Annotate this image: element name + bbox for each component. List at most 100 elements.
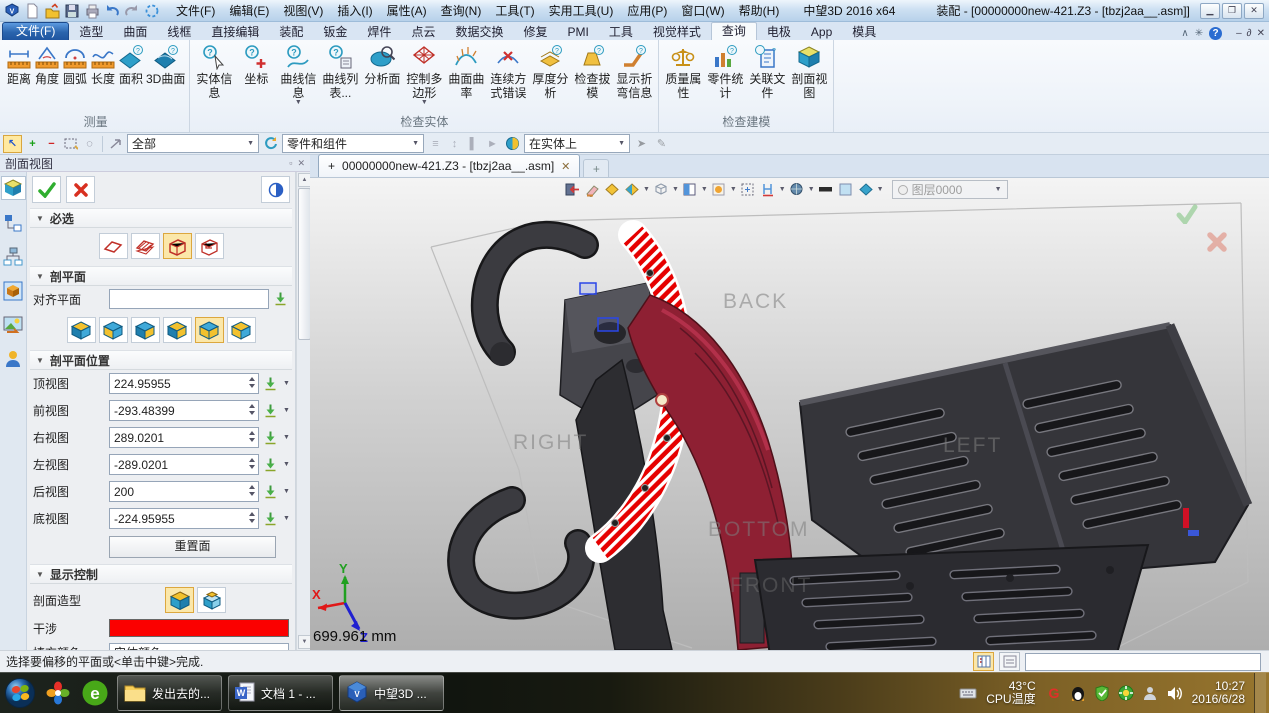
close-button[interactable]: ✕: [1244, 3, 1264, 19]
pinwheel-app-icon[interactable]: [43, 678, 73, 708]
list-toggle-button[interactable]: [999, 652, 1020, 671]
clock[interactable]: 10:27 2016/6/28: [1192, 680, 1245, 706]
apply-arrow-icon[interactable]: [263, 430, 279, 446]
redo-icon[interactable]: [123, 2, 140, 19]
options-caret-icon[interactable]: ▼: [283, 461, 290, 468]
snap-mode-combo[interactable]: 在实体上▼: [524, 134, 630, 153]
options-caret-icon[interactable]: ▼: [283, 434, 290, 441]
filter-option-icon-3[interactable]: ►: [484, 136, 501, 152]
menu-item-3[interactable]: 插入(I): [330, 1, 379, 20]
analyze-face-button[interactable]: 分析面: [361, 41, 403, 88]
background-icon[interactable]: [817, 182, 835, 198]
pick-arrow-icon[interactable]: ➤: [633, 136, 650, 152]
menu-item-2[interactable]: 视图(V): [276, 1, 330, 20]
length-button[interactable]: 长度: [89, 41, 117, 88]
pick-last-icon[interactable]: [107, 136, 124, 152]
options-caret-icon[interactable]: ▼: [283, 515, 290, 522]
minimize-button[interactable]: ▁: [1200, 3, 1220, 19]
area-button[interactable]: ?面积: [117, 41, 145, 88]
pick-settings-icon[interactable]: ✎: [653, 136, 670, 152]
ribbon-tab-11[interactable]: 工具: [599, 24, 643, 40]
back-view-offset-input[interactable]: 200: [109, 481, 259, 502]
pick-cursor-icon[interactable]: ↖: [3, 135, 22, 153]
cut-assembly-button[interactable]: [197, 587, 226, 613]
menu-item-10[interactable]: 帮助(H): [732, 1, 787, 20]
remove-filter-icon[interactable]: −: [43, 136, 60, 152]
save-icon[interactable]: [63, 2, 80, 19]
section-plane-icon[interactable]: [759, 182, 777, 198]
grid-toggle-button[interactable]: [973, 652, 994, 671]
ribbon-tab-0[interactable]: 造型: [69, 24, 113, 40]
wireframe-icon[interactable]: [652, 182, 670, 198]
ribbon-tab-5[interactable]: 钣金: [313, 24, 357, 40]
apply-arrow-icon[interactable]: [263, 457, 279, 473]
required-section-header[interactable]: ▼必选: [30, 208, 292, 228]
ribbon-tab-8[interactable]: 数据交换: [445, 24, 513, 40]
panel-float-icon[interactable]: ▫: [289, 158, 292, 169]
associated-files-button[interactable]: ?关联文件: [746, 41, 788, 102]
menu-item-5[interactable]: 查询(N): [434, 1, 489, 20]
ribbon-tab-1[interactable]: 曲面: [113, 24, 157, 40]
fill-color-combo[interactable]: 实体颜色▼: [109, 643, 289, 650]
options-caret-icon[interactable]: ▼: [283, 407, 290, 414]
volume-icon[interactable]: [1165, 685, 1183, 702]
ribbon-tab-6[interactable]: 焊件: [357, 24, 401, 40]
dropdown-caret-icon[interactable]: ▼: [779, 186, 786, 193]
close-tab-icon[interactable]: ✕: [561, 160, 570, 173]
ribbon-tab-9[interactable]: 修复: [513, 24, 557, 40]
ribbon-tab-2[interactable]: 线框: [157, 24, 201, 40]
g-assistant-icon[interactable]: G: [1045, 685, 1063, 702]
options-caret-icon[interactable]: ▼: [283, 380, 290, 387]
3d-surface-button[interactable]: ?3D曲面: [145, 41, 186, 88]
app-logo-icon[interactable]: V: [3, 2, 20, 19]
apply-arrow-icon[interactable]: [273, 291, 289, 307]
style-icon[interactable]: ✳: [1195, 28, 1203, 39]
safe-circle-icon[interactable]: [1117, 685, 1135, 702]
bend-info-button[interactable]: ?显示折弯信息: [613, 41, 655, 102]
filter-option-icon-0[interactable]: ≡: [427, 136, 444, 152]
distance-button[interactable]: 距离: [5, 41, 33, 88]
refresh-icon[interactable]: [262, 136, 279, 152]
help-icon[interactable]: ?: [1209, 27, 1222, 40]
plane-direction-4-button[interactable]: [163, 317, 192, 343]
start-button[interactable]: [3, 677, 36, 710]
right-view-offset-input[interactable]: 289.0201: [109, 427, 259, 448]
collapse-ribbon-icon[interactable]: ∧: [1181, 28, 1188, 39]
render-mode-icon[interactable]: [788, 182, 806, 198]
dropdown-caret-icon[interactable]: ▼: [672, 186, 679, 193]
section-view-button[interactable]: 剖面视图: [788, 41, 830, 102]
assembly-tree-icon[interactable]: [2, 246, 25, 268]
dropdown-caret-icon[interactable]: ▼: [643, 186, 650, 193]
apply-arrow-icon[interactable]: [263, 376, 279, 392]
mass-properties-button[interactable]: 质量属性: [662, 41, 704, 102]
apply-arrow-icon[interactable]: [263, 484, 279, 500]
half-section-icon[interactable]: [681, 182, 699, 198]
left-view-offset-input[interactable]: -289.0201: [109, 454, 259, 475]
control-polygon-button[interactable]: 控制多边形▼: [403, 41, 445, 108]
ribbon-tab-16[interactable]: 模具: [842, 24, 886, 40]
dropdown-caret-icon[interactable]: ▼: [730, 186, 737, 193]
interference-color-swatch[interactable]: [109, 619, 289, 637]
add-filter-icon[interactable]: +: [24, 136, 41, 152]
filter-option-icon-1[interactable]: ↕: [446, 136, 463, 152]
exit-icon[interactable]: [563, 182, 581, 198]
ribbon-tab-12[interactable]: 视觉样式: [643, 24, 711, 40]
new-tab-button[interactable]: +: [583, 159, 609, 177]
ghost-cancel-icon[interactable]: [1206, 232, 1228, 252]
lasso-icon[interactable]: ◌: [81, 136, 98, 152]
status-input[interactable]: [1025, 653, 1261, 671]
canvas-color-icon[interactable]: [837, 182, 855, 198]
info-button[interactable]: [261, 176, 290, 203]
plane-direction-6-button[interactable]: [227, 317, 256, 343]
panel-close-icon[interactable]: ✕: [297, 158, 305, 169]
draft-check-button[interactable]: ?检查拔模: [571, 41, 613, 102]
surface-curvature-button[interactable]: 曲面曲率: [445, 41, 487, 102]
ribbon-tab-15[interactable]: App: [801, 24, 842, 40]
top-view-offset-input[interactable]: 224.95955: [109, 373, 259, 394]
layer-combo[interactable]: 图层0000▼: [892, 180, 1008, 199]
assistant-person-icon[interactable]: [1141, 685, 1159, 702]
restore-button[interactable]: ❐: [1222, 3, 1242, 19]
basket-lower[interactable]: [755, 545, 1148, 650]
section-type-slice-button[interactable]: [131, 233, 160, 259]
plane-direction-3-button[interactable]: [131, 317, 160, 343]
